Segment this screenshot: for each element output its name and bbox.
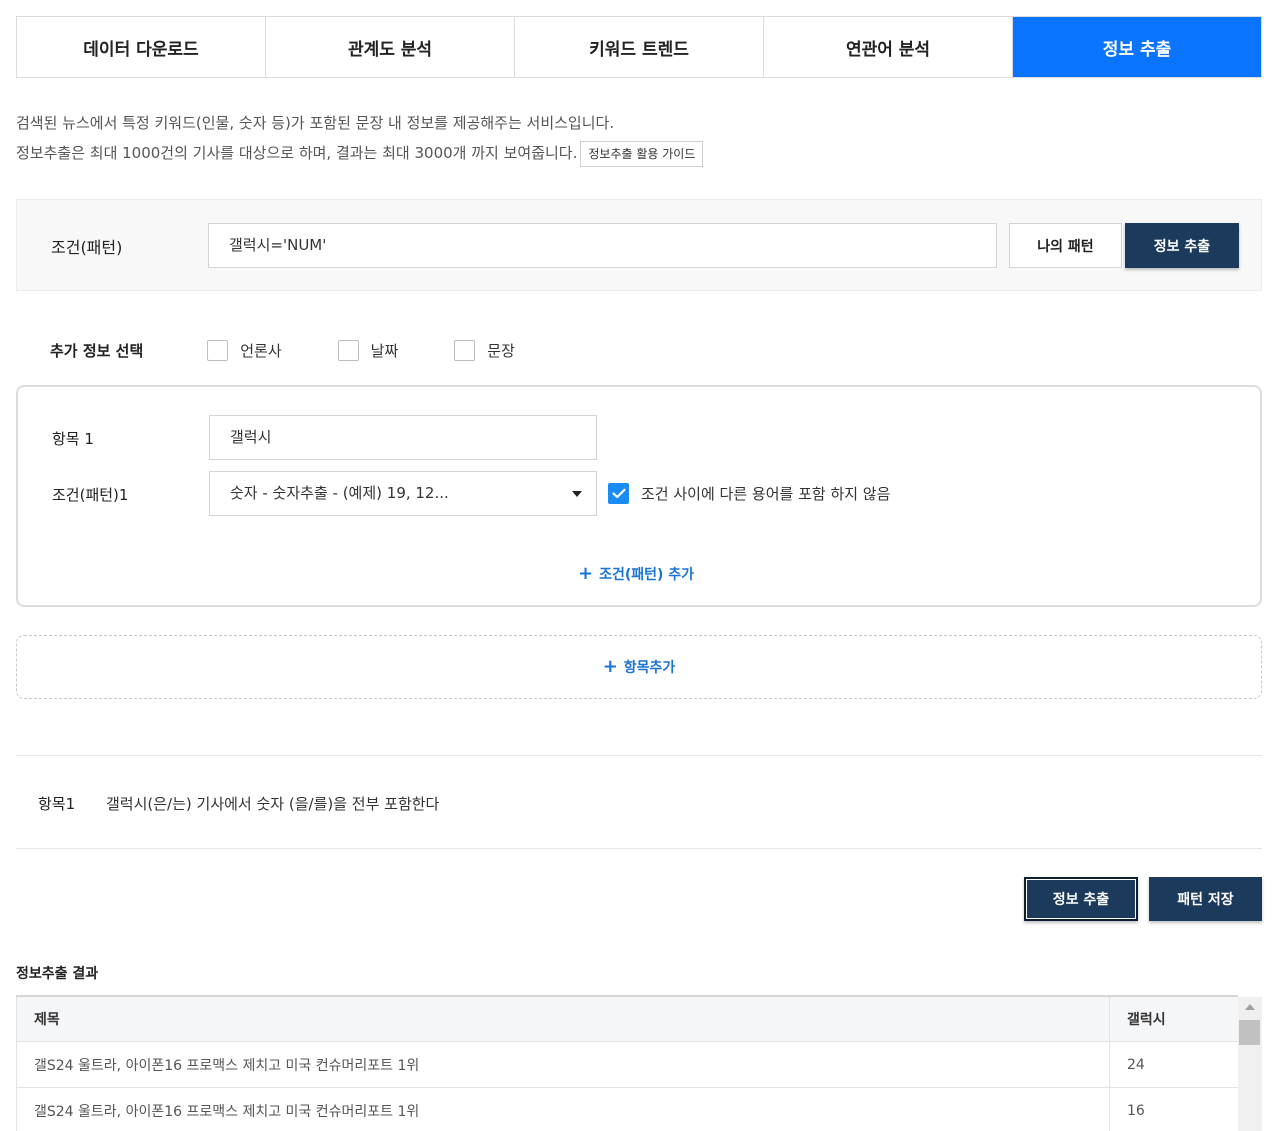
service-tabs: 데이터 다운로드 관계도 분석 키워드 트렌드 연관어 분석 정보 추출 — [16, 16, 1262, 78]
save-pattern-button[interactable]: 패턴 저장 — [1149, 877, 1262, 921]
column-header-title: 제목 — [17, 997, 1110, 1041]
intro-line-1: 검색된 뉴스에서 특정 키워드(인물, 숫자 등)가 포함된 문장 내 정보를 … — [16, 114, 615, 132]
row-title: 갤S24 울트라, 아이폰16 프로맥스 제치고 미국 컨슈머리포트 1위 — [17, 1042, 1110, 1087]
results-title: 정보추출 결과 — [16, 966, 99, 982]
extract-button[interactable]: 정보 추출 — [1024, 877, 1138, 921]
no-other-terms-option[interactable]: 조건 사이에 다른 용어를 포함 하지 않음 — [608, 483, 890, 504]
pattern-box: 조건(패턴) 갤럭시='NUM' 나의 패턴 정보 추출 — [16, 199, 1262, 291]
option-sentence[interactable]: 문장 — [454, 339, 515, 361]
checkbox-press[interactable] — [207, 339, 229, 361]
summary-text: 갤럭시(은/는) 기사에서 숫자 (을/를)을 전부 포함한다 — [106, 795, 440, 813]
guide-button[interactable]: 정보추출 활용 가이드 — [580, 140, 704, 167]
add-condition-button[interactable]: + 조건(패턴) 추가 — [578, 564, 694, 584]
my-pattern-button[interactable]: 나의 패턴 — [1009, 223, 1122, 268]
summary-label: 항목1 — [38, 795, 76, 813]
row-value: 24 — [1127, 1056, 1145, 1073]
checkmark-icon — [611, 488, 626, 499]
row-value: 16 — [1127, 1102, 1145, 1119]
add-item-label: 항목추가 — [623, 660, 676, 676]
pattern-extract-button[interactable]: 정보 추출 — [1125, 223, 1239, 268]
option-date-label: 날짜 — [370, 341, 399, 360]
add-condition-label: 조건(패턴) 추가 — [599, 567, 695, 583]
no-other-terms-label: 조건 사이에 다른 용어를 포함 하지 않음 — [641, 485, 891, 503]
item-label: 항목 1 — [52, 430, 94, 448]
table-row[interactable]: 갤S24 울트라, 아이폰16 프로맥스 제치고 미국 컨슈머리포트 1위 16 — [16, 1088, 1238, 1131]
extra-info-title: 추가 정보 선택 — [50, 341, 144, 360]
tab-keyword-trend[interactable]: 키워드 트렌드 — [515, 17, 764, 77]
scroll-up-arrow-icon[interactable] — [1245, 1004, 1255, 1010]
item-input[interactable]: 갤럭시 — [209, 415, 597, 460]
checkbox-date[interactable] — [337, 339, 359, 361]
checkbox-no-other-terms[interactable] — [608, 483, 629, 504]
condition-label: 조건(패턴)1 — [52, 486, 129, 504]
item-card: 항목 1 갤럭시 조건(패턴)1 숫자 - 숫자추출 - (예제) 19, 12… — [16, 385, 1262, 607]
caret-down-icon — [572, 491, 582, 497]
intro-line-2: 정보추출은 최대 1000건의 기사를 대상으로 하며, 결과는 최대 3000… — [16, 138, 704, 168]
results-scrollbar[interactable] — [1238, 997, 1262, 1131]
option-sentence-label: 문장 — [487, 341, 515, 360]
add-item-link: + 항목추가 — [603, 657, 676, 677]
column-header-galaxy: 갤럭시 — [1127, 1012, 1166, 1028]
tab-relation-analysis[interactable]: 관계도 분석 — [266, 17, 515, 77]
tab-data-download[interactable]: 데이터 다운로드 — [17, 17, 266, 77]
tab-info-extraction[interactable]: 정보 추출 — [1013, 17, 1261, 77]
plus-icon: + — [578, 563, 594, 584]
results-table: 제목 갤럭시 갤S24 울트라, 아이폰16 프로맥스 제치고 미국 컨슈머리포… — [16, 995, 1238, 1131]
intro-text: 검색된 뉴스에서 특정 키워드(인물, 숫자 등)가 포함된 문장 내 정보를 … — [16, 108, 704, 168]
table-header-row: 제목 갤럭시 — [16, 997, 1238, 1042]
option-date[interactable]: 날짜 — [337, 339, 399, 361]
row-title: 갤S24 울트라, 아이폰16 프로맥스 제치고 미국 컨슈머리포트 1위 — [17, 1088, 1110, 1131]
option-press[interactable]: 언론사 — [207, 339, 282, 361]
add-item-button[interactable]: + 항목추가 — [16, 635, 1262, 699]
condition-select-value: 숫자 - 숫자추출 - (예제) 19, 12... — [230, 484, 449, 502]
option-press-label: 언론사 — [240, 341, 282, 360]
condition-select[interactable]: 숫자 - 숫자추출 - (예제) 19, 12... — [209, 471, 597, 516]
extra-info-row: 추가 정보 선택 언론사 날짜 문장 — [50, 338, 571, 362]
pattern-input[interactable]: 갤럭시='NUM' — [208, 223, 997, 268]
table-row[interactable]: 갤S24 울트라, 아이폰16 프로맥스 제치고 미국 컨슈머리포트 1위 24 — [16, 1042, 1238, 1088]
pattern-label: 조건(패턴) — [51, 238, 123, 257]
plus-icon: + — [602, 656, 618, 677]
checkbox-sentence[interactable] — [454, 339, 476, 361]
intro-line-2-text: 정보추출은 최대 1000건의 기사를 대상으로 하며, 결과는 최대 3000… — [16, 144, 578, 162]
tab-related-words[interactable]: 연관어 분석 — [764, 17, 1013, 77]
scrollbar-thumb[interactable] — [1239, 1020, 1260, 1045]
pattern-summary: 항목1 갤럭시(은/는) 기사에서 숫자 (을/를)을 전부 포함한다 — [16, 755, 1262, 849]
